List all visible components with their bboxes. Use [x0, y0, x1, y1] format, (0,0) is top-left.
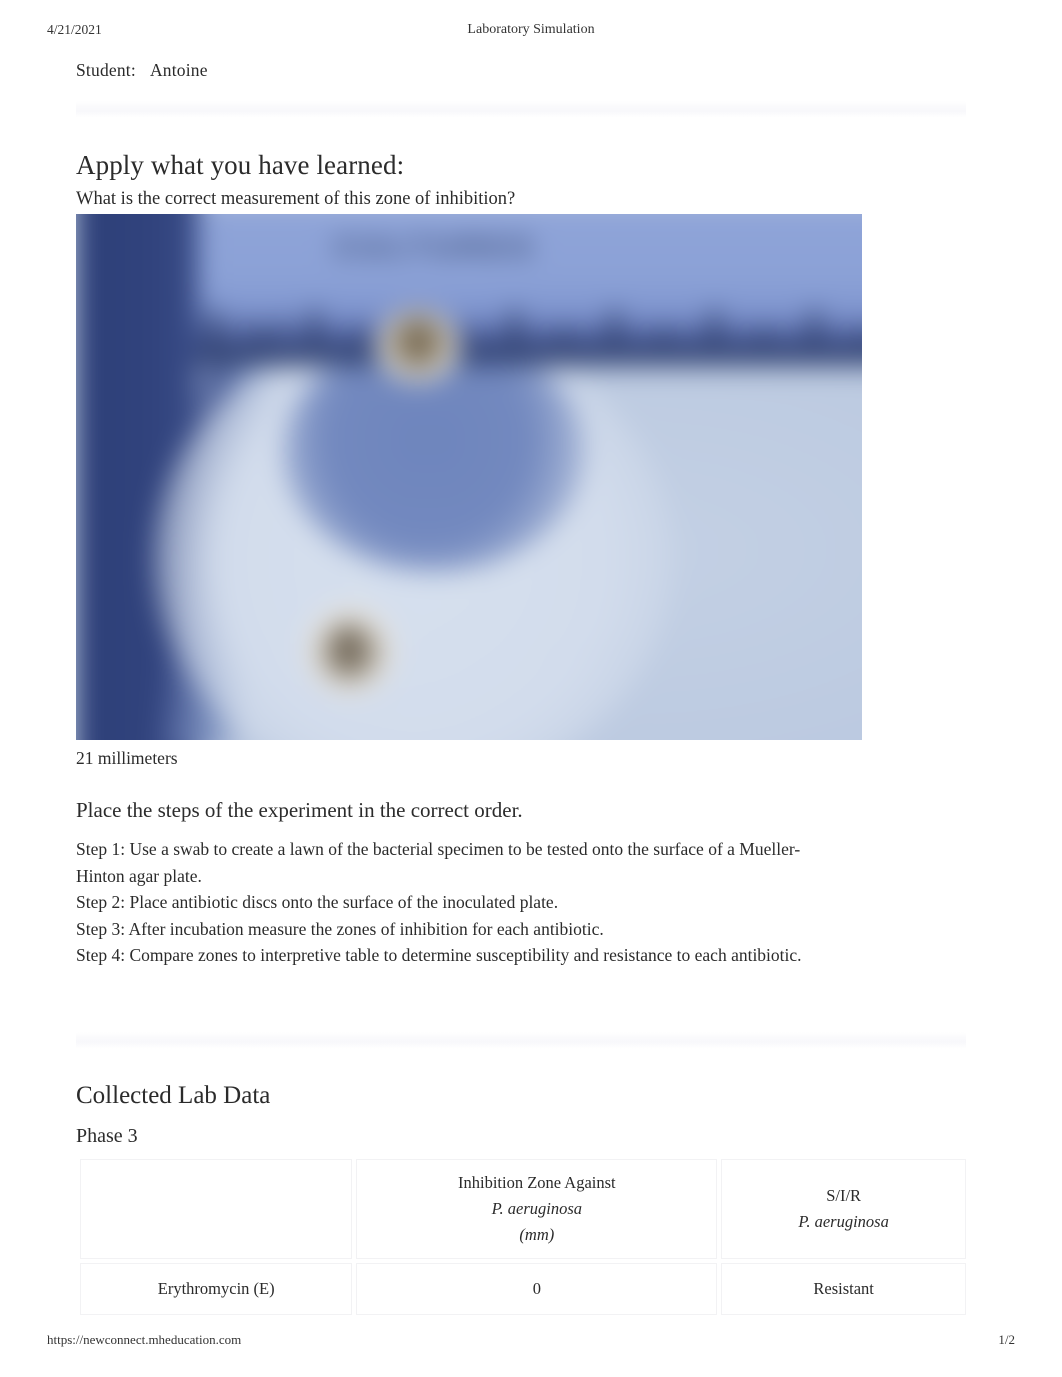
step-item: Step 3: After incubation measure the zon… — [76, 918, 604, 939]
collected-lab-data-heading: Collected Lab Data — [76, 1082, 271, 1109]
table-header-antibiotic — [80, 1159, 353, 1259]
student-line: Student: Antoine — [76, 60, 208, 81]
step-item: Step 2: Place antibiotic discs onto the … — [76, 892, 559, 912]
antibiotic-disc-top — [376, 310, 460, 382]
header-zone-line3: (mm) — [519, 1225, 555, 1244]
document-title: Laboratory Simulation — [467, 22, 595, 37]
phase-label: Phase 3 — [76, 1125, 138, 1147]
steps-list: Step 1: Use a swab to create a lawn of t… — [76, 836, 836, 969]
cell-zone-mm: 0 — [356, 1263, 718, 1315]
ruler-brand-label: CULTURES — [336, 232, 537, 262]
table-header-row: Inhibition Zone Against P. aeruginosa (m… — [80, 1159, 966, 1259]
header-sir-line1: S/I/R — [826, 1186, 862, 1205]
student-label: Student: — [76, 60, 136, 80]
lab-data-table: Inhibition Zone Against P. aeruginosa (m… — [76, 1155, 970, 1319]
plate-faint-marking-right: · · · — [541, 636, 626, 661]
header-zone-line2: P. aeruginosa — [491, 1199, 583, 1218]
step-item: Step 4: Compare zones to interpretive ta… — [76, 945, 802, 965]
header-sir-line2: P. aeruginosa — [798, 1212, 889, 1231]
header-zone-line1: Inhibition Zone Against — [457, 1173, 616, 1192]
cell-sir-value: Resistant — [721, 1263, 966, 1315]
step-item: Step 1: Use a swab to create a lawn of t… — [76, 839, 801, 886]
page-title: Apply what you have learned: — [76, 150, 405, 180]
table-row: Erythromycin (E) 0 Resistant — [80, 1263, 966, 1315]
footer-url: https://newconnect.mheducation.com — [47, 1332, 242, 1347]
answer-text: 21 millimeters — [76, 748, 178, 768]
section-divider-top — [76, 101, 966, 118]
photo-layers: CULTURES 0 1 2 3 · · · · · · — [76, 214, 862, 740]
zone-of-inhibition-photo: CULTURES 0 1 2 3 · · · · · · — [76, 214, 862, 740]
print-footer: https://newconnect.mheducation.com 1/2 — [0, 1332, 1062, 1352]
steps-heading: Place the steps of the experiment in the… — [76, 798, 523, 822]
section-divider-bottom — [76, 1032, 966, 1049]
print-header: 4/21/2021 Laboratory Simulation — [0, 22, 1062, 44]
question-text: What is the correct measurement of this … — [76, 189, 516, 209]
cell-antibiotic-name: Erythromycin (E) — [80, 1263, 353, 1315]
footer-page-number: 1/2 — [998, 1332, 1015, 1347]
plate-faint-marking-left: · · · — [226, 679, 299, 699]
antibiotic-disc-bottom-core — [336, 626, 358, 672]
student-name: Antoine — [149, 60, 208, 80]
table-header-inhibition-zone: Inhibition Zone Against P. aeruginosa (m… — [356, 1159, 718, 1259]
ruler-drop-shadow — [198, 346, 862, 372]
table-header-sir: S/I/R P. aeruginosa — [721, 1159, 966, 1259]
